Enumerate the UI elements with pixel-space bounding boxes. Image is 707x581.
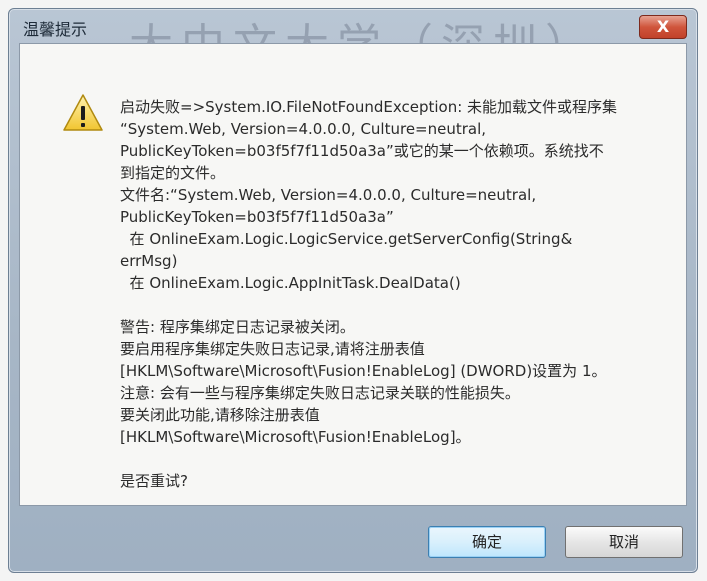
warning-icon (63, 94, 103, 131)
close-button[interactable]: X (639, 15, 687, 39)
error-message: 启动失败=>System.IO.FileNotFoundException: 未… (120, 98, 618, 490)
dialog-content: 启动失败=>System.IO.FileNotFoundException: 未… (19, 43, 687, 506)
cancel-button[interactable]: 取消 (565, 526, 683, 558)
dialog-window: 大中文大学（深圳） 温馨提示 X 启动失败=>System.IO.FileNot… (8, 8, 698, 573)
dialog-title: 温馨提示 (23, 20, 88, 39)
title-bar[interactable]: 大中文大学（深圳） 温馨提示 X (9, 9, 697, 71)
button-bar: 确定 取消 (19, 514, 687, 564)
ok-button[interactable]: 确定 (428, 526, 546, 558)
